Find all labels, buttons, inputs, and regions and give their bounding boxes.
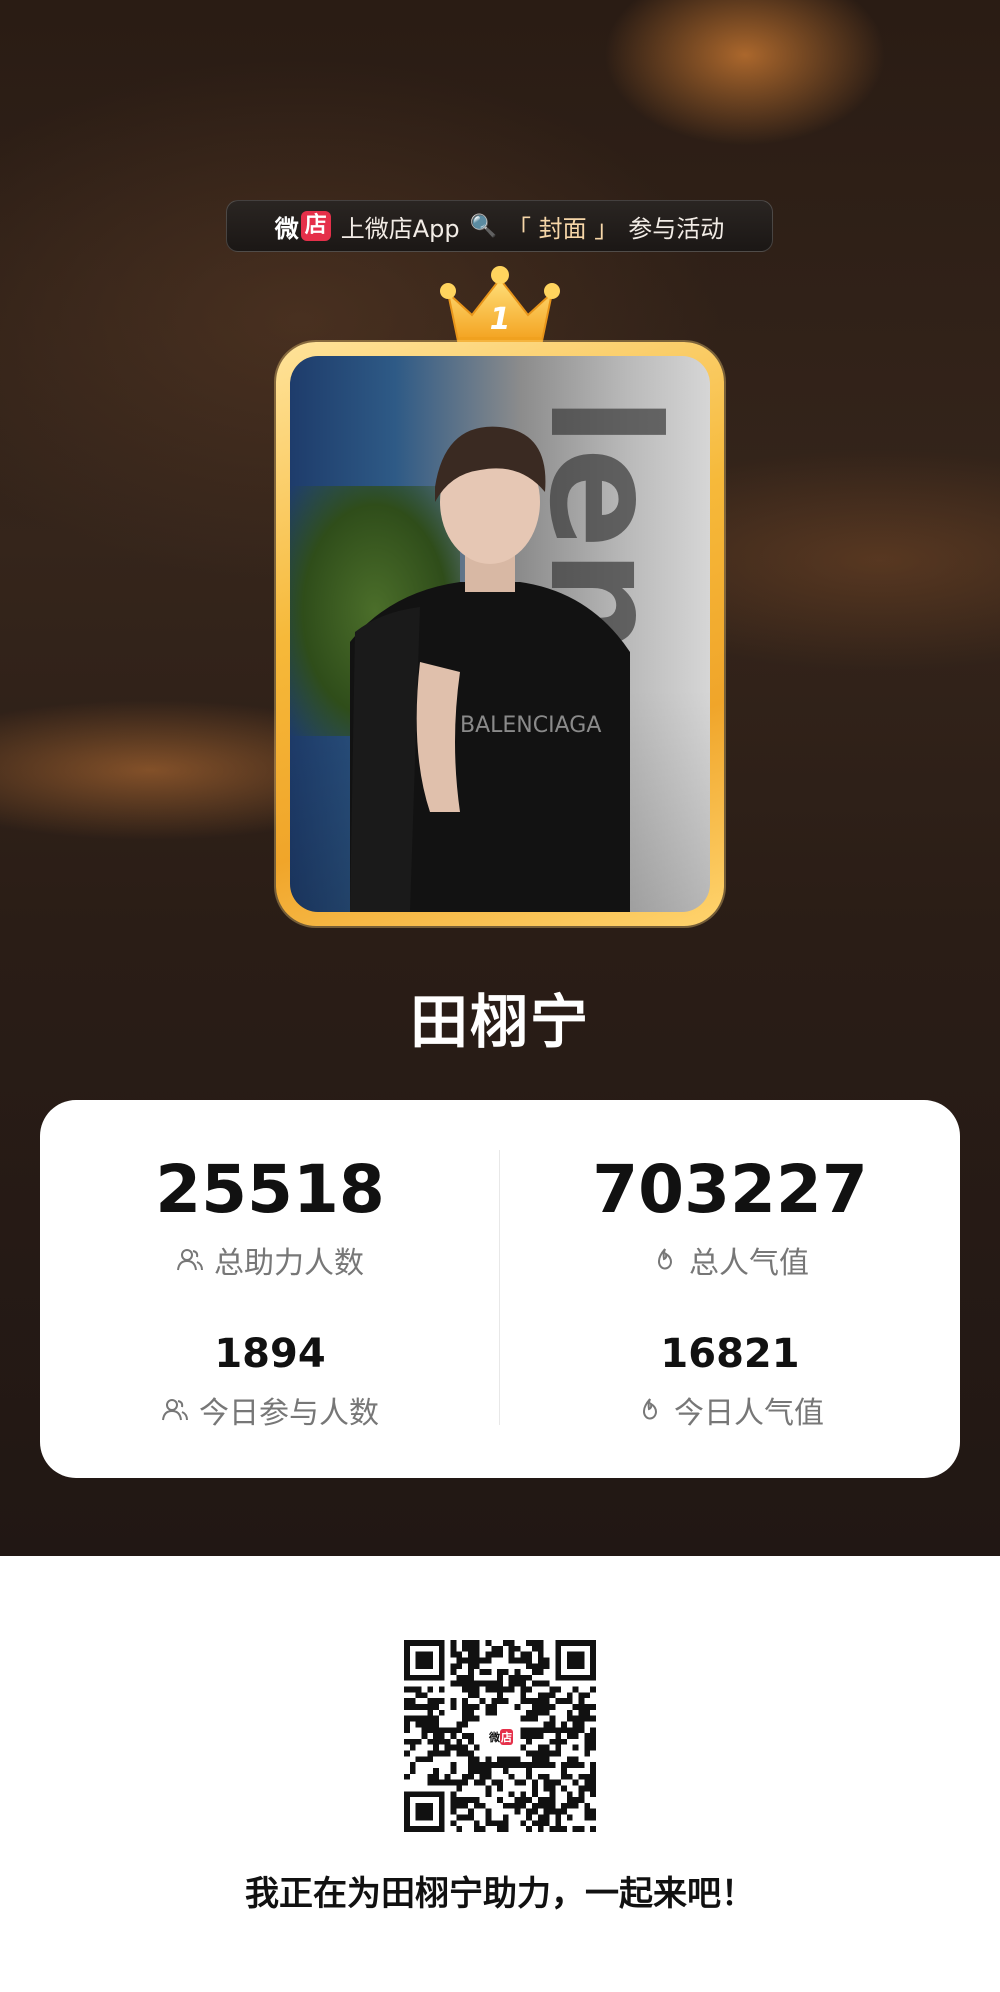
banner-keyword: 「 封面 」 xyxy=(507,214,619,243)
people-icon xyxy=(177,1249,203,1271)
weidian-logo: 微 店 xyxy=(275,209,331,244)
stat-total-supporters: 25518 总助力人数 xyxy=(40,1150,500,1282)
brand-dian: 店 xyxy=(300,211,331,241)
stat-today-participants: 1894 今日参与人数 xyxy=(40,1328,500,1432)
svg-text:BALENCIAGA: BALENCIAGA xyxy=(460,713,601,738)
activity-banner[interactable]: 微 店 上微店App 🔍 「 封面 」 参与活动 xyxy=(226,200,773,252)
stat-today-popularity: 16821 今日人气值 xyxy=(500,1328,960,1432)
crown-icon: 1 xyxy=(440,266,560,347)
share-cta-text: 我正在为田栩宁助力，一起来吧！ xyxy=(245,1874,755,1914)
total-popularity-label: 总人气值 xyxy=(689,1246,809,1281)
rank-number: 1 xyxy=(490,302,511,337)
magnifier-icon: 🔍 xyxy=(469,213,498,239)
share-section: 微店 我正在为田栩宁助力，一起来吧！ xyxy=(0,1556,1000,1992)
qr-logo: 微店 xyxy=(486,1722,516,1752)
people-icon xyxy=(162,1399,188,1421)
brand-wei: 微 xyxy=(274,214,299,243)
stat-total-popularity: 703227 总人气值 xyxy=(500,1150,960,1282)
stats-card: 25518 总助力人数 703227 总人气值 1894 今日参与人数 1682… xyxy=(40,1100,960,1478)
total-supporters-value: 25518 xyxy=(155,1151,385,1228)
today-participants-label: 今日参与人数 xyxy=(199,1396,379,1431)
today-popularity-value: 16821 xyxy=(660,1331,800,1377)
profile-name: 田栩宁 xyxy=(409,988,590,1056)
hero-background: 微 店 上微店App 🔍 「 封面 」 参与活动 1 len BALENCIAG… xyxy=(0,0,1000,1556)
banner-suffix: 参与活动 xyxy=(628,214,725,243)
flame-icon xyxy=(643,1398,658,1420)
today-participants-value: 1894 xyxy=(214,1331,326,1377)
cover-photo: len BALENCIAGA xyxy=(290,356,710,912)
total-popularity-value: 703227 xyxy=(592,1151,868,1228)
cover-photo-frame: len BALENCIAGA xyxy=(276,342,724,926)
total-supporters-label: 总助力人数 xyxy=(214,1246,364,1281)
flame-icon xyxy=(658,1248,673,1270)
banner-prefix: 上微店App xyxy=(340,214,460,243)
today-popularity-label: 今日人气值 xyxy=(674,1396,824,1431)
